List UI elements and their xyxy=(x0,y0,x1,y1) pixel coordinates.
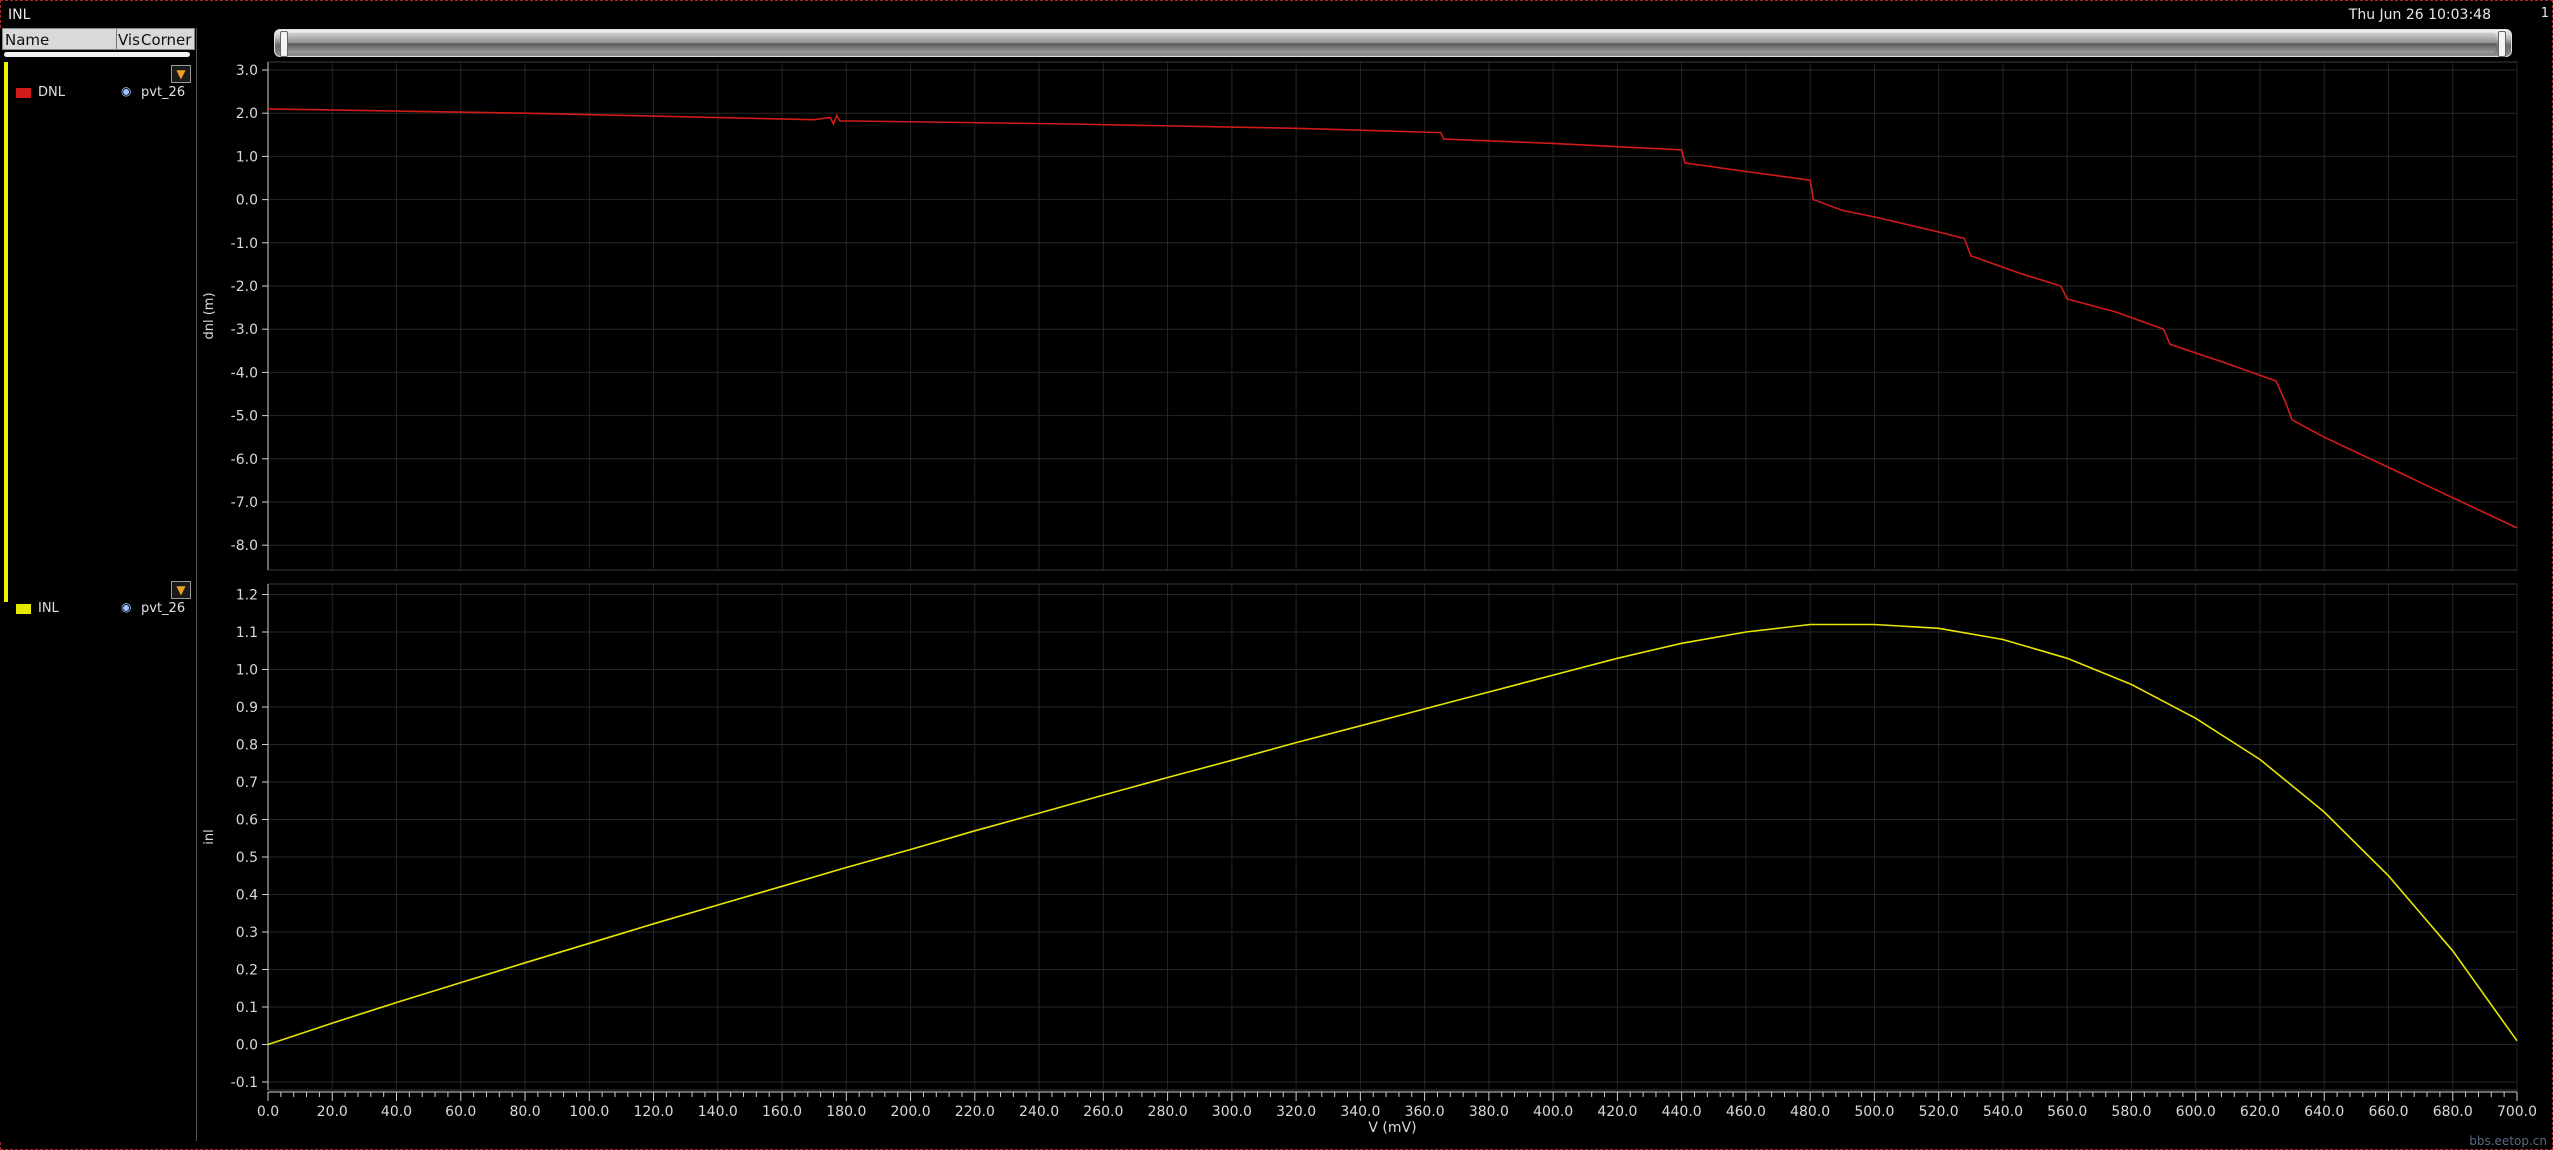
plot-area-1 xyxy=(267,61,2518,571)
x-tick-label: 680.0 xyxy=(2433,1104,2473,1120)
x-tick-label: 220.0 xyxy=(955,1104,995,1120)
y-tick-label: 1.0 xyxy=(236,663,258,679)
x-tick-label: 20.0 xyxy=(317,1104,348,1120)
y-tick-label: 0.3 xyxy=(236,925,258,941)
x-tick-label: 160.0 xyxy=(762,1104,802,1120)
x-tick-label: 400.0 xyxy=(1533,1104,1573,1120)
x-tick-label: 40.0 xyxy=(381,1104,412,1120)
x-tick-label: 580.0 xyxy=(2111,1104,2151,1120)
x-tick-label: 300.0 xyxy=(1212,1104,1252,1120)
x-tick-label: 660.0 xyxy=(2368,1104,2408,1120)
y-tick-label: 0.4 xyxy=(236,888,258,904)
y-tick-label: 0.5 xyxy=(236,850,258,866)
series-dnl-line xyxy=(267,108,2518,529)
y-tick-label: 0.6 xyxy=(236,813,258,829)
y-tick-label: -1.0 xyxy=(231,236,258,252)
y-tick-label: 1.2 xyxy=(236,588,258,604)
waveform-plots: 3.0 2.0 1.0 0.0 -1.0 -2.0 -3.0 -4.0 -5.0 -6.0 -7.0… xyxy=(202,61,2537,1136)
series-inl-line xyxy=(267,623,2518,1046)
y-tick-label: -4.0 xyxy=(231,365,258,381)
x-tick-label: 640.0 xyxy=(2304,1104,2344,1120)
x-tick-label: 180.0 xyxy=(826,1104,866,1120)
y-tick-label: 0.0 xyxy=(236,193,258,209)
x-tick-label: 280.0 xyxy=(1148,1104,1188,1120)
y-axis-label: dnl (m) xyxy=(202,292,217,339)
x-tick-label: 200.0 xyxy=(891,1104,931,1120)
y-tick-label: -7.0 xyxy=(231,495,258,511)
x-tick-label: 540.0 xyxy=(1983,1104,2023,1120)
y-tick-label: 3.0 xyxy=(236,63,258,79)
x-tick-label: 460.0 xyxy=(1726,1104,1766,1120)
y-tick-label: -2.0 xyxy=(231,279,258,295)
x-tick-label: 60.0 xyxy=(445,1104,476,1120)
x-tick-label: 380.0 xyxy=(1469,1104,1509,1120)
y-tick-label: 0.2 xyxy=(236,963,258,979)
x-tick-label: 620.0 xyxy=(2240,1104,2280,1120)
x-tick-label: 140.0 xyxy=(698,1104,738,1120)
x-tick-label: 240.0 xyxy=(1019,1104,1059,1120)
x-tick-label: 500.0 xyxy=(1854,1104,1894,1120)
x-tick-label: 600.0 xyxy=(2176,1104,2216,1120)
y-tick-label: 0.0 xyxy=(236,1038,258,1054)
y-tick-label: -8.0 xyxy=(231,538,258,554)
y-tick-label: 0.7 xyxy=(236,775,258,791)
plot-area-2 xyxy=(267,583,2518,1091)
y-tick-label: 1.1 xyxy=(236,625,258,641)
x-tick-label: 320.0 xyxy=(1276,1104,1316,1120)
x-tick-label: 560.0 xyxy=(2047,1104,2087,1120)
y-tick-label: -6.0 xyxy=(231,452,258,468)
y-tick-label: 0.8 xyxy=(236,738,258,754)
x-tick-label: 80.0 xyxy=(509,1104,540,1120)
y-tick-label: -5.0 xyxy=(231,409,258,425)
y-tick-label: 2.0 xyxy=(236,106,258,122)
x-tick-label: 420.0 xyxy=(1597,1104,1637,1120)
x-tick-label: 260.0 xyxy=(1083,1104,1123,1120)
y-axis-label: inl xyxy=(202,829,217,844)
y-tick-label: -0.1 xyxy=(231,1075,258,1091)
x-tick-label: 120.0 xyxy=(633,1104,673,1120)
y-tick-label: 1.0 xyxy=(236,149,258,165)
x-tick-label: 480.0 xyxy=(1790,1104,1830,1120)
x-tick-label: 100.0 xyxy=(569,1104,609,1120)
watermark: bbs.eetop.cn xyxy=(2469,1134,2547,1148)
x-tick-label: 340.0 xyxy=(1340,1104,1380,1120)
x-tick-label: 360.0 xyxy=(1405,1104,1445,1120)
x-tick-label: 700.0 xyxy=(2497,1104,2537,1120)
y-tick-label: 0.9 xyxy=(236,700,258,716)
x-tick-label: 440.0 xyxy=(1662,1104,1702,1120)
y-tick-label: 0.1 xyxy=(236,1000,258,1016)
x-axis-label: V (mV) xyxy=(1368,1120,1416,1136)
y-tick-label: -3.0 xyxy=(231,322,258,338)
x-tick-label: 520.0 xyxy=(1919,1104,1959,1120)
x-tick-label: 0.0 xyxy=(257,1104,279,1120)
